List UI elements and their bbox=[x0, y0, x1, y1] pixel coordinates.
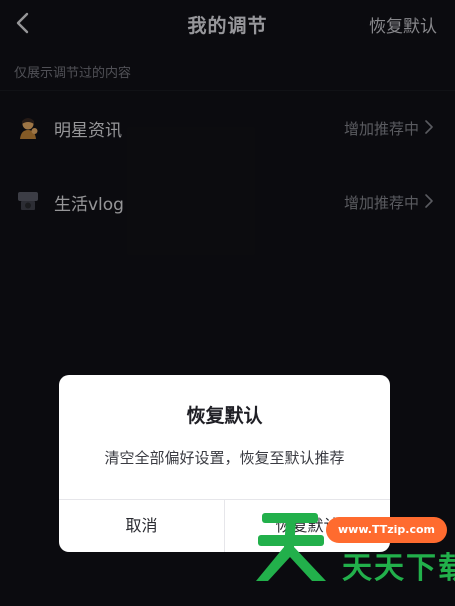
site-watermark: www.TTzip.com 天天下载 bbox=[256, 507, 455, 586]
watermark-text: 天天下载 bbox=[342, 551, 455, 586]
cancel-button[interactable]: 取消 bbox=[59, 500, 224, 552]
watermark-url: www.TTzip.com bbox=[326, 517, 447, 543]
dialog-message: 清空全部偏好设置，恢复至默认推荐 bbox=[104, 449, 345, 467]
dialog-title: 恢复默认 bbox=[186, 405, 263, 427]
watermark-logo-icon bbox=[256, 513, 326, 581]
